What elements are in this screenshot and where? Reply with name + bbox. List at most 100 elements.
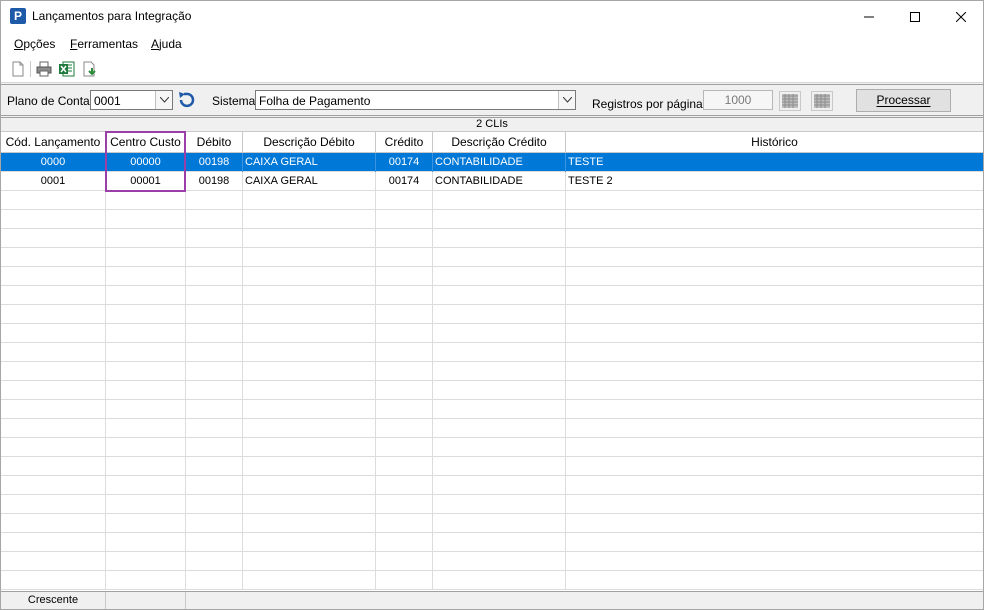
- empty-row[interactable]: [1, 305, 983, 324]
- col-header-descricao-debito[interactable]: Descrição Débito: [243, 132, 376, 153]
- empty-row[interactable]: [1, 457, 983, 476]
- cell-historico: [566, 533, 983, 552]
- cell-historico: [566, 438, 983, 457]
- print-button[interactable]: [35, 60, 53, 78]
- cell-cod-lancamento: [1, 457, 106, 476]
- cell-centro-custo: [106, 191, 186, 210]
- cell-centro-custo: [106, 476, 186, 495]
- chevron-down-icon[interactable]: [155, 91, 172, 109]
- pattern-icon: [782, 94, 798, 108]
- cell-debito: [186, 362, 243, 381]
- cell-historico: [566, 514, 983, 533]
- cell-historico: [566, 248, 983, 267]
- empty-row[interactable]: [1, 324, 983, 343]
- import-button[interactable]: [81, 60, 99, 78]
- next-page-button[interactable]: [811, 91, 833, 111]
- cell-historico: [566, 191, 983, 210]
- cell-historico: [566, 381, 983, 400]
- cell-centro-custo: [106, 400, 186, 419]
- cell-descricao-debito: [243, 324, 376, 343]
- empty-row[interactable]: [1, 514, 983, 533]
- previous-page-button[interactable]: [779, 91, 801, 111]
- cell-centro-custo: [106, 381, 186, 400]
- cell-cod-lancamento: [1, 362, 106, 381]
- app-icon: P: [10, 8, 26, 24]
- cell-credito: [376, 191, 433, 210]
- cell-descricao-debito: [243, 571, 376, 590]
- menu-opcoes[interactable]: Opções: [14, 37, 55, 51]
- import-icon: [83, 61, 96, 77]
- table-row[interactable]: 0001 00001 00198 CAIXA GERAL 00174 CONTABILID…: [1, 172, 983, 191]
- plano-contas-select[interactable]: 0001: [90, 90, 173, 110]
- chevron-down-icon[interactable]: [558, 91, 575, 109]
- cell-descricao-debito: [243, 305, 376, 324]
- empty-row[interactable]: [1, 476, 983, 495]
- empty-row[interactable]: [1, 438, 983, 457]
- empty-row[interactable]: [1, 343, 983, 362]
- empty-row[interactable]: [1, 229, 983, 248]
- minimize-button[interactable]: [846, 1, 892, 32]
- cell-historico: [566, 419, 983, 438]
- plano-contas-label: Plano de Contas: [7, 94, 96, 108]
- toolbar-separator: [30, 61, 31, 77]
- empty-row[interactable]: [1, 495, 983, 514]
- empty-row[interactable]: [1, 552, 983, 571]
- col-header-cod-lancamento[interactable]: Cód. Lançamento: [1, 132, 106, 153]
- cell-credito: [376, 286, 433, 305]
- empty-row[interactable]: [1, 533, 983, 552]
- col-header-descricao-credito[interactable]: Descrição Crédito: [433, 132, 566, 153]
- cell-credito: [376, 514, 433, 533]
- table-row[interactable]: 0000 00000 00198 CAIXA GERAL 00174 CONTABILID…: [1, 153, 983, 172]
- menu-ferramentas[interactable]: Ferramentas: [70, 37, 138, 51]
- empty-row[interactable]: [1, 419, 983, 438]
- pattern-icon: [814, 94, 830, 108]
- cell-cod-lancamento: [1, 381, 106, 400]
- cell-descricao-credito: [433, 362, 566, 381]
- col-header-historico[interactable]: Histórico: [566, 132, 983, 153]
- export-excel-button[interactable]: [58, 60, 76, 78]
- cell-descricao-credito: [433, 438, 566, 457]
- registros-input[interactable]: 1000: [703, 90, 773, 110]
- cell-debito: [186, 400, 243, 419]
- close-button[interactable]: [938, 1, 984, 32]
- launch-grid[interactable]: 2 CLIs Cód. Lançamento Centro Custo Débi…: [1, 117, 983, 591]
- empty-row[interactable]: [1, 191, 983, 210]
- cell-cod-lancamento: [1, 552, 106, 571]
- col-header-debito[interactable]: Débito: [186, 132, 243, 153]
- cell-descricao-debito: [243, 438, 376, 457]
- empty-row[interactable]: [1, 362, 983, 381]
- cell-debito: [186, 267, 243, 286]
- col-header-centro-custo[interactable]: Centro Custo: [106, 132, 186, 153]
- empty-row[interactable]: [1, 571, 983, 590]
- cell-centro-custo: [106, 495, 186, 514]
- maximize-button[interactable]: [892, 1, 938, 32]
- cell-centro-custo: [106, 438, 186, 457]
- cell-credito: [376, 571, 433, 590]
- sistema-select[interactable]: Folha de Pagamento: [255, 90, 576, 110]
- cell-descricao-credito: [433, 191, 566, 210]
- cell-descricao-credito: [433, 400, 566, 419]
- cell-centro-custo: 00000: [106, 153, 186, 172]
- record-count: 2 CLIs: [1, 118, 983, 132]
- window-title: Lançamentos para Integração: [32, 9, 192, 23]
- col-header-credito[interactable]: Crédito: [376, 132, 433, 153]
- empty-row[interactable]: [1, 267, 983, 286]
- cell-historico: [566, 571, 983, 590]
- empty-row[interactable]: [1, 248, 983, 267]
- cell-centro-custo: [106, 533, 186, 552]
- new-document-button[interactable]: [9, 60, 27, 78]
- cell-debito: 00198: [186, 153, 243, 172]
- empty-row[interactable]: [1, 286, 983, 305]
- cell-descricao-credito: [433, 305, 566, 324]
- processar-button[interactable]: Processar: [856, 89, 951, 112]
- empty-row[interactable]: [1, 210, 983, 229]
- refresh-button[interactable]: [175, 90, 197, 110]
- cell-descricao-debito: [243, 552, 376, 571]
- close-icon: [956, 11, 966, 22]
- empty-row[interactable]: [1, 381, 983, 400]
- title-bar[interactable]: P Lançamentos para Integração: [1, 1, 983, 32]
- cell-descricao-debito: [243, 533, 376, 552]
- empty-row[interactable]: [1, 400, 983, 419]
- menu-ajuda[interactable]: Ajuda: [151, 37, 182, 51]
- cell-descricao-credito: [433, 476, 566, 495]
